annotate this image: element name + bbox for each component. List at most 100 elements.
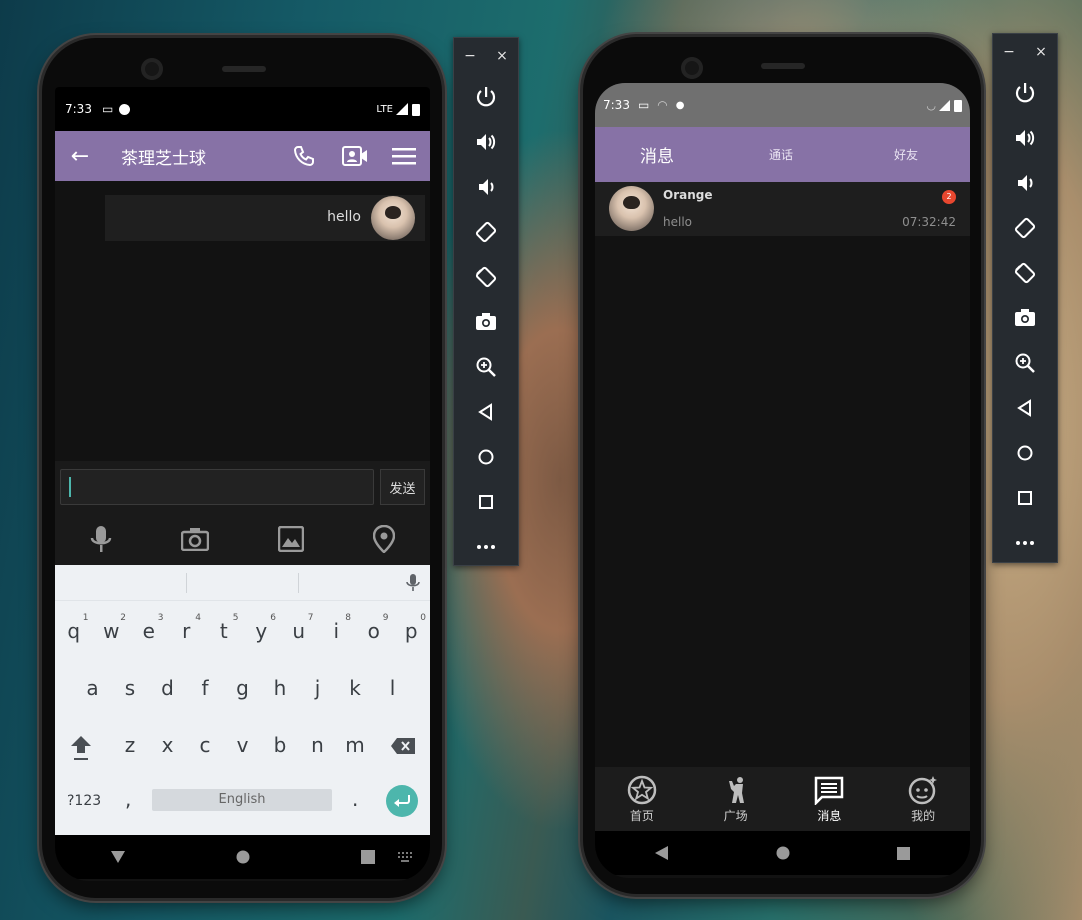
microphone-icon[interactable] [90, 525, 112, 553]
location-icon[interactable] [373, 525, 396, 553]
key-h[interactable]: h [261, 676, 299, 700]
zoom-button[interactable] [993, 340, 1057, 385]
panel-window-controls: − × [454, 38, 518, 74]
power-button[interactable] [454, 74, 518, 119]
key-d[interactable]: d [149, 676, 187, 700]
key-i[interactable]: i8 [318, 613, 356, 643]
close-button[interactable]: × [1035, 44, 1047, 60]
menu-icon[interactable] [392, 146, 416, 166]
key-l[interactable]: l [374, 676, 412, 700]
key-t[interactable]: t5 [205, 613, 243, 643]
comma-key[interactable]: , [125, 787, 131, 811]
key-m[interactable]: m [336, 733, 374, 757]
screenshot-button[interactable] [993, 295, 1057, 340]
contact-avatar[interactable] [609, 186, 654, 231]
back-arrow-icon[interactable]: ← [55, 144, 105, 169]
period-key[interactable]: . [352, 787, 358, 811]
battery-icon [954, 99, 962, 112]
zoom-icon [476, 357, 496, 377]
minimize-button[interactable]: − [464, 48, 476, 64]
screenshot-button[interactable] [454, 299, 518, 344]
key-p[interactable]: p0 [393, 613, 431, 643]
home-button[interactable] [454, 434, 518, 479]
recents-square-icon[interactable] [897, 846, 910, 860]
back-button[interactable] [454, 389, 518, 434]
back-triangle-icon[interactable] [110, 851, 125, 863]
key-number-hint: 7 [307, 613, 314, 623]
message-input[interactable] [60, 469, 374, 505]
recents-square-icon[interactable] [360, 850, 375, 864]
key-e[interactable]: e3 [130, 613, 168, 643]
more-button[interactable] [454, 524, 518, 569]
key-u[interactable]: u7 [280, 613, 318, 643]
overview-button[interactable] [993, 475, 1057, 520]
rotate-right-button[interactable] [454, 254, 518, 299]
back-button[interactable] [993, 385, 1057, 430]
space-key[interactable]: English [152, 789, 332, 811]
rotate-left-button[interactable] [454, 209, 518, 254]
close-button[interactable]: × [496, 48, 508, 64]
key-c[interactable]: c [186, 733, 224, 757]
key-x[interactable]: x [149, 733, 187, 757]
video-contact-icon[interactable] [342, 145, 368, 167]
nav-item-me[interactable]: 我的 [908, 775, 938, 824]
back-icon [1017, 398, 1031, 417]
rotate-left-button[interactable] [993, 205, 1057, 250]
key-number-hint: 9 [382, 613, 389, 623]
wifi-notification-icon: ◠ [657, 98, 668, 112]
home-circle-icon[interactable] [776, 846, 790, 860]
nav-label: 首页 [629, 808, 654, 823]
back-triangle-icon[interactable] [655, 846, 668, 860]
tab-messages[interactable]: 消息 [640, 142, 674, 167]
key-f[interactable]: f [186, 676, 224, 700]
symbols-key[interactable]: ?123 [67, 793, 101, 809]
home-button[interactable] [993, 430, 1057, 475]
keyboard-switch-icon[interactable] [398, 852, 412, 862]
key-z[interactable]: z [111, 733, 149, 757]
key-g[interactable]: g [224, 676, 262, 700]
nav-item-plaza[interactable]: 广场 [721, 775, 751, 824]
key-a[interactable]: a [74, 676, 112, 700]
volume-up-button[interactable] [454, 119, 518, 164]
send-button[interactable]: 发送 [380, 469, 425, 505]
key-letter: q [67, 619, 81, 643]
rotate-right-button[interactable] [993, 250, 1057, 295]
camera-icon[interactable] [180, 527, 209, 551]
nav-label: 广场 [723, 808, 748, 823]
key-n[interactable]: n [299, 733, 337, 757]
more-icon [477, 544, 495, 549]
sender-avatar[interactable] [371, 196, 415, 240]
shift-icon[interactable] [70, 735, 92, 761]
tab-friends[interactable]: 好友 [894, 146, 918, 163]
enter-button[interactable] [386, 785, 418, 817]
home-circle-icon[interactable] [236, 850, 250, 864]
power-button[interactable] [993, 70, 1057, 115]
nav-item-messages[interactable]: 消息 [814, 775, 844, 824]
backspace-icon[interactable] [390, 737, 416, 755]
phone-call-icon[interactable] [292, 144, 316, 168]
key-b[interactable]: b [261, 733, 299, 757]
tab-calls[interactable]: 通话 [769, 146, 793, 163]
sent-message[interactable]: hello [105, 195, 425, 241]
enter-arrow-icon [394, 795, 410, 807]
key-k[interactable]: k [336, 676, 374, 700]
key-q[interactable]: q1 [55, 613, 93, 643]
key-y[interactable]: y6 [243, 613, 281, 643]
voice-input-icon[interactable] [406, 574, 420, 592]
volume-down-button[interactable] [454, 164, 518, 209]
key-s[interactable]: s [111, 676, 149, 700]
volume-down-button[interactable] [993, 160, 1057, 205]
key-r[interactable]: r4 [168, 613, 206, 643]
more-button[interactable] [993, 520, 1057, 565]
key-w[interactable]: w2 [93, 613, 131, 643]
zoom-button[interactable] [454, 344, 518, 389]
key-o[interactable]: o9 [355, 613, 393, 643]
conversation-item[interactable]: Orange hello 2 07:32:42 [595, 182, 970, 236]
image-icon[interactable] [278, 526, 305, 552]
key-v[interactable]: v [224, 733, 262, 757]
key-j[interactable]: j [299, 676, 337, 700]
overview-button[interactable] [454, 479, 518, 524]
minimize-button[interactable]: − [1003, 44, 1015, 60]
nav-item-home[interactable]: 首页 [627, 775, 657, 824]
volume-up-button[interactable] [993, 115, 1057, 160]
